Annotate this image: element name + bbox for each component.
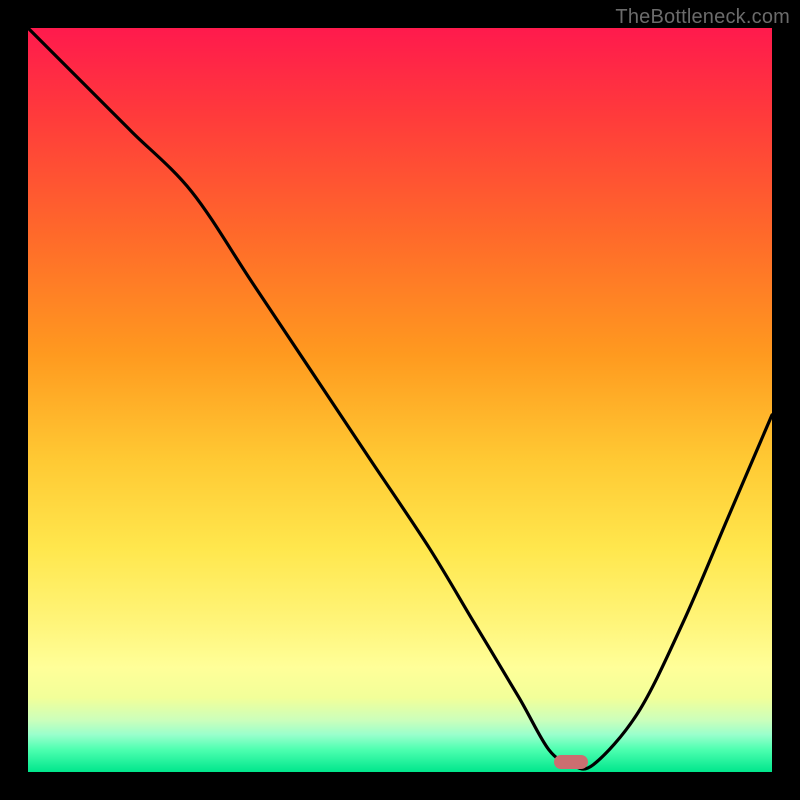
chart-frame: TheBottleneck.com: [0, 0, 800, 800]
optimal-marker: [554, 755, 588, 769]
bottleneck-curve: [28, 28, 772, 772]
plot-area: [28, 28, 772, 772]
watermark-text: TheBottleneck.com: [615, 6, 790, 29]
